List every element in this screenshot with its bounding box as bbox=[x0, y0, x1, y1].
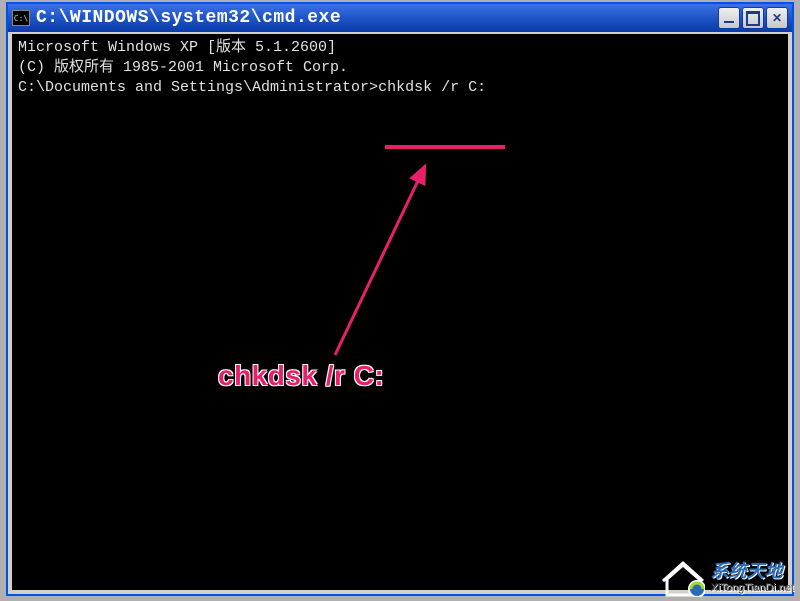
titlebar[interactable]: C:\ C:\WINDOWS\system32\cmd.exe bbox=[8, 2, 792, 32]
terminal-line: Microsoft Windows XP [版本 5.1.2600] bbox=[18, 38, 782, 58]
terminal-prompt-line: C:\Documents and Settings\Administrator>… bbox=[18, 78, 782, 98]
terminal-content[interactable]: Microsoft Windows XP [版本 5.1.2600](C) 版权… bbox=[12, 34, 788, 590]
terminal-prompt: C:\Documents and Settings\Administrator> bbox=[18, 79, 378, 96]
window-controls bbox=[718, 7, 788, 29]
close-button[interactable] bbox=[766, 7, 788, 29]
cmd-icon-label: C:\ bbox=[14, 14, 28, 23]
minimize-button[interactable] bbox=[718, 7, 740, 29]
window-title: C:\WINDOWS\system32\cmd.exe bbox=[36, 8, 718, 28]
terminal-command: chkdsk /r C: bbox=[378, 79, 486, 96]
maximize-button[interactable] bbox=[742, 7, 764, 29]
cmd-window: C:\ C:\WINDOWS\system32\cmd.exe Microsof… bbox=[6, 2, 794, 596]
terminal-line: (C) 版权所有 1985-2001 Microsoft Corp. bbox=[18, 58, 782, 78]
cmd-icon: C:\ bbox=[12, 10, 30, 26]
